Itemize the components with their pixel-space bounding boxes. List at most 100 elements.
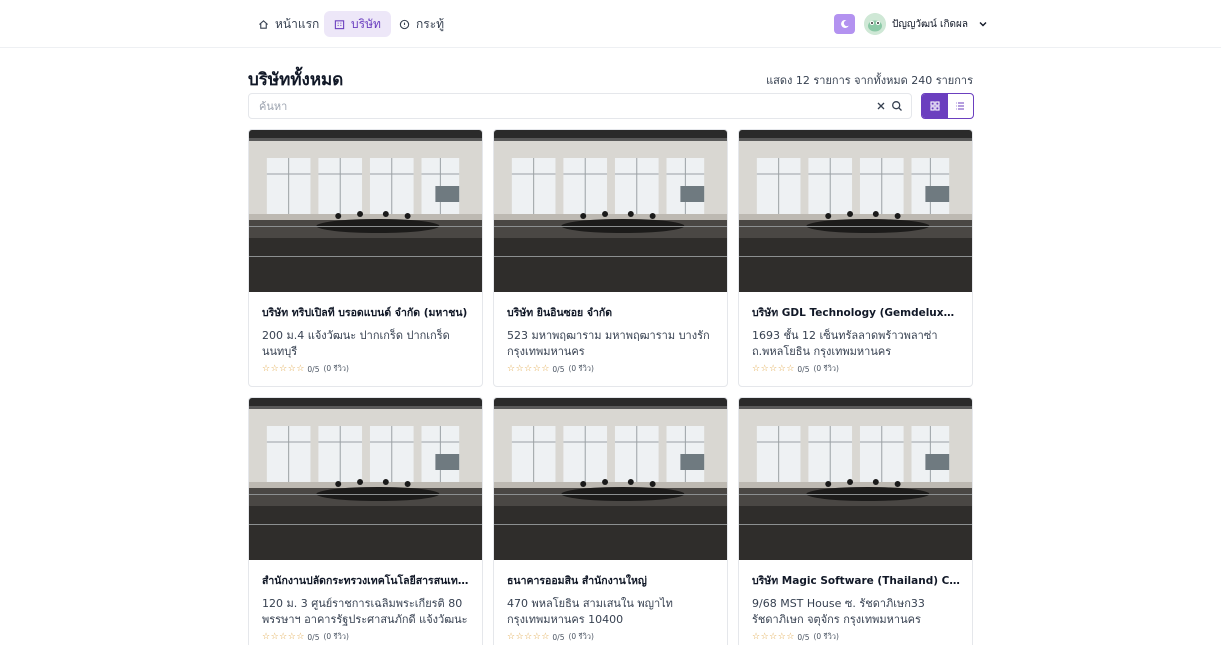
star-icon: ☆	[532, 363, 541, 374]
star-icon: ☆	[262, 363, 271, 374]
star-icon: ☆	[760, 631, 769, 642]
company-card[interactable]: บริษัท ยินอินซอย จำกัด 523 มหาพฤฒาราม มห…	[493, 129, 728, 387]
review-count: (0 รีวิว)	[568, 632, 594, 641]
star-icon: ☆	[270, 631, 279, 642]
company-card[interactable]: ธนาคารออมสิน สำนักงานใหญ่ 470 พหลโยธิน ส…	[493, 397, 728, 645]
company-address: 1693 ชั้น 12 เซ็นทรัลลาดพร้าวพลาซ่า ถ.พห…	[752, 329, 938, 358]
star-icon: ☆	[279, 363, 288, 374]
star-rating: ☆ ☆ ☆ ☆ ☆	[262, 363, 305, 374]
star-icon: ☆	[279, 631, 288, 642]
clear-icon[interactable]	[875, 100, 887, 112]
rating-value: 0/5	[797, 364, 810, 374]
company-name[interactable]: บริษัท ทริปเปิลที บรอดแบนด์ จำกัด (มหาชน…	[262, 304, 470, 321]
review-count: (0 รีวิว)	[813, 632, 839, 641]
company-rating: ☆ ☆ ☆ ☆ ☆ 0/5 (0 รีวิว)	[507, 363, 715, 375]
star-icon: ☆	[262, 631, 271, 642]
company-address: 200 ม.4 แจ้งวัฒนะ ปากเกร็ด ปากเกร็ด นนทบ…	[262, 329, 450, 358]
user-name: ปัญญวัฒน์ เกิดผล	[892, 18, 969, 30]
star-icon: ☆	[786, 631, 795, 642]
star-icon: ☆	[507, 631, 516, 642]
star-icon: ☆	[524, 363, 533, 374]
star-icon: ☆	[287, 631, 296, 642]
star-icon: ☆	[296, 631, 305, 642]
star-rating: ☆ ☆ ☆ ☆ ☆	[752, 363, 795, 374]
company-name[interactable]: ธนาคารออมสิน สำนักงานใหญ่	[507, 572, 715, 589]
company-card[interactable]: บริษัท Magic Software (Thailand) Corp., …	[738, 397, 973, 645]
theme-toggle-button[interactable]	[834, 14, 855, 34]
company-name[interactable]: สำนักงานปลัดกระทรวงเทคโนโลยีสารสนเทศและก…	[262, 572, 470, 589]
star-icon: ☆	[507, 363, 516, 374]
star-icon: ☆	[777, 631, 786, 642]
company-name[interactable]: บริษัท Magic Software (Thailand) Corp., …	[752, 572, 960, 589]
nav-board[interactable]: กระทู้	[389, 11, 454, 37]
company-rating: ☆ ☆ ☆ ☆ ☆ 0/5 (0 รีวิว)	[752, 363, 960, 375]
top-navbar: หน้าแรก บริษัท กระทู้ ปัญญวัฒน์ เกิดผล	[0, 0, 1221, 48]
star-icon: ☆	[541, 363, 550, 374]
star-icon: ☆	[270, 363, 279, 374]
nav-board-label: กระทู้	[416, 16, 445, 31]
company-address: 9/68 MST House ซ. รัชดาภิเษก33 รัชดาภิเษ…	[752, 597, 925, 626]
moon-icon	[840, 19, 849, 28]
nav-company[interactable]: บริษัท	[324, 11, 391, 37]
rating-value: 0/5	[307, 364, 320, 374]
company-grid: บริษัท ทริปเปิลที บรอดแบนด์ จำกัด (มหาชน…	[248, 129, 974, 645]
page-title: บริษัททั้งหมด	[248, 70, 344, 90]
review-count: (0 รีวิว)	[323, 364, 349, 373]
nav-company-label: บริษัท	[351, 16, 381, 31]
search-box	[248, 93, 912, 119]
nav-home[interactable]: หน้าแรก	[248, 11, 329, 37]
rating-value: 0/5	[552, 632, 565, 642]
star-icon: ☆	[752, 363, 761, 374]
company-address: 120 ม. 3 ศูนย์ราชการเฉลิมพระเกียรติ 80 พ…	[262, 597, 468, 626]
rating-value: 0/5	[552, 364, 565, 374]
star-icon: ☆	[786, 363, 795, 374]
company-rating: ☆ ☆ ☆ ☆ ☆ 0/5 (0 รีวิว)	[507, 631, 715, 643]
company-name[interactable]: บริษัท ยินอินซอย จำกัด	[507, 304, 715, 321]
list-view-button[interactable]	[948, 94, 974, 118]
star-icon: ☆	[524, 631, 533, 642]
star-icon: ☆	[541, 631, 550, 642]
chevron-down-icon	[979, 22, 987, 27]
user-menu[interactable]: ปัญญวัฒน์ เกิดผล	[864, 12, 988, 36]
star-icon: ☆	[769, 631, 778, 642]
star-rating: ☆ ☆ ☆ ☆ ☆	[752, 631, 795, 642]
star-rating: ☆ ☆ ☆ ☆ ☆	[507, 363, 550, 374]
star-icon: ☆	[515, 363, 524, 374]
grid-icon	[930, 101, 940, 111]
company-photo	[739, 398, 972, 560]
review-count: (0 รีวิว)	[813, 364, 839, 373]
star-icon: ☆	[777, 363, 786, 374]
company-photo	[249, 130, 482, 292]
building-icon	[334, 19, 345, 29]
company-rating: ☆ ☆ ☆ ☆ ☆ 0/5 (0 รีวิว)	[752, 631, 960, 643]
star-rating: ☆ ☆ ☆ ☆ ☆	[262, 631, 305, 642]
card-body: ธนาคารออมสิน สำนักงานใหญ่ 470 พหลโยธิน ส…	[494, 560, 727, 643]
list-icon	[956, 102, 965, 110]
company-address: 470 พหลโยธิน สามเสนใน พญาไท กรุงเทพมหานค…	[507, 597, 673, 626]
star-icon: ☆	[769, 363, 778, 374]
result-count: แสดง 12 รายการ จากทั้งหมด 240 รายการ	[766, 74, 973, 87]
avatar	[864, 13, 886, 35]
star-icon: ☆	[287, 363, 296, 374]
search-input[interactable]	[249, 94, 859, 118]
company-card[interactable]: บริษัท GDL Technology (Gemdeluxe.Com) 16…	[738, 129, 973, 387]
star-icon: ☆	[532, 631, 541, 642]
company-photo	[494, 398, 727, 560]
star-icon: ☆	[296, 363, 305, 374]
review-count: (0 รีวิว)	[568, 364, 594, 373]
search-icon[interactable]	[891, 100, 903, 112]
star-icon: ☆	[760, 363, 769, 374]
help-circle-icon	[399, 19, 410, 29]
card-body: บริษัท ยินอินซอย จำกัด 523 มหาพฤฒาราม มห…	[494, 292, 727, 375]
rating-value: 0/5	[307, 632, 320, 642]
review-count: (0 รีวิว)	[323, 632, 349, 641]
company-name[interactable]: บริษัท GDL Technology (Gemdeluxe.Com)	[752, 304, 960, 321]
company-photo	[739, 130, 972, 292]
grid-view-button[interactable]	[922, 94, 948, 118]
card-body: บริษัท GDL Technology (Gemdeluxe.Com) 16…	[739, 292, 972, 375]
nav-home-label: หน้าแรก	[275, 16, 320, 31]
card-body: บริษัท Magic Software (Thailand) Corp., …	[739, 560, 972, 643]
company-card[interactable]: สำนักงานปลัดกระทรวงเทคโนโลยีสารสนเทศและก…	[248, 397, 483, 645]
company-card[interactable]: บริษัท ทริปเปิลที บรอดแบนด์ จำกัด (มหาชน…	[248, 129, 483, 387]
company-photo	[494, 130, 727, 292]
